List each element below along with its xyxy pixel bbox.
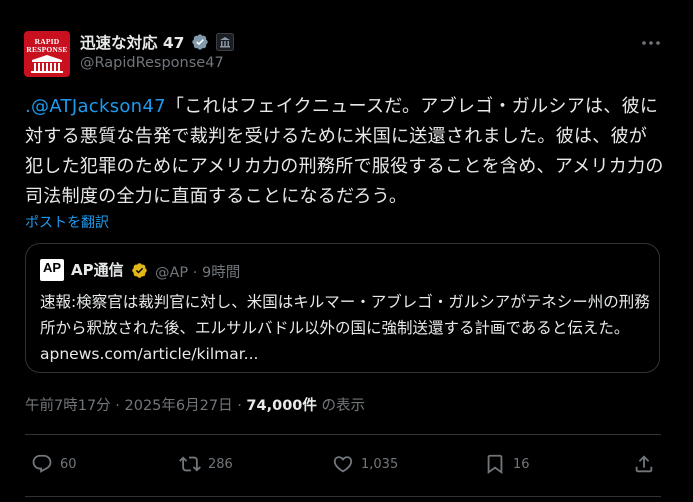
repost-icon: [179, 456, 201, 472]
verified-badge-icon[interactable]: [191, 33, 209, 51]
quoted-handle-time[interactable]: @AP · 9時間: [155, 261, 240, 282]
bookmark-icon: [487, 454, 503, 475]
ap-logo-text: AP: [42, 260, 62, 275]
heart-icon: [333, 456, 353, 473]
avatar-text-bottom: RESPONSE: [26, 45, 68, 54]
divider-bottom: [25, 496, 661, 497]
share-icon: [635, 455, 653, 473]
post-metadata: 午前7時17分 · 2025年6月27日 · 74,000件 の表示: [25, 394, 365, 415]
divider-top: [25, 434, 661, 435]
translate-post-link[interactable]: ポストを翻訳: [25, 212, 109, 232]
like-button[interactable]: 1,035: [332, 453, 398, 475]
more-options-icon[interactable]: [640, 33, 662, 53]
mention-link[interactable]: .@ATJackson47: [25, 96, 166, 117]
government-affiliation-icon[interactable]: [216, 33, 234, 51]
reply-button[interactable]: 60: [31, 453, 77, 475]
bookmark-button[interactable]: 16: [484, 453, 530, 475]
views-count: 74,000件: [246, 398, 317, 414]
author-name[interactable]: 迅速な対応 47: [80, 31, 184, 53]
tweet-text: .@ATJackson47「これはフェイクニュースだ。アブレゴ・ガルシアは、彼に…: [25, 92, 665, 212]
avatar[interactable]: RAPID RESPONSE: [24, 31, 70, 77]
quoted-post-text: 速報:検察官は裁判官に対し、米国はキルマー・アブレゴ・ガルシアがテネシー州の刑務…: [40, 293, 650, 363]
gold-verified-badge-icon[interactable]: [131, 262, 148, 279]
reply-icon: [32, 454, 52, 473]
repost-button[interactable]: 286: [179, 453, 233, 475]
like-count: 1,035: [361, 456, 399, 472]
share-button[interactable]: [633, 453, 662, 475]
quoted-author-name[interactable]: AP通信: [71, 259, 124, 280]
repost-count: 286: [208, 456, 233, 472]
views-label: の表示: [316, 398, 365, 414]
reply-count: 60: [60, 456, 77, 472]
ap-avatar[interactable]: AP: [40, 259, 64, 281]
bookmark-count: 16: [513, 456, 530, 472]
white-house-icon: [31, 55, 63, 73]
author-handle[interactable]: @RapidResponse47: [80, 55, 224, 71]
post-timestamp[interactable]: 午前7時17分 · 2025年6月27日 ·: [25, 398, 246, 414]
